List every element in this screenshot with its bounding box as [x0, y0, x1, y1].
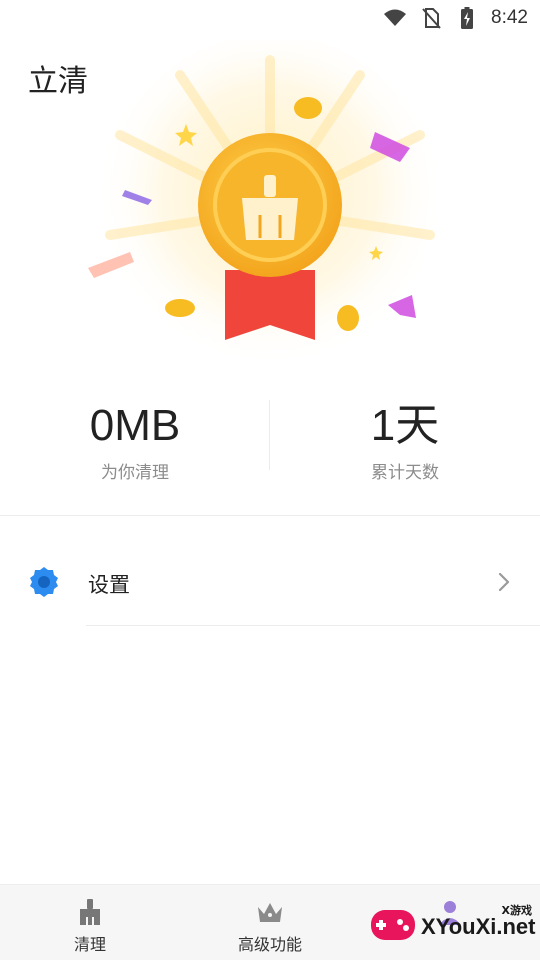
nav-label-advanced: 高级功能: [237, 935, 302, 954]
cleaned-stat: 0MB 为你清理: [0, 390, 270, 483]
settings-row-divider: [86, 625, 540, 626]
gamepad-logo-icon: [371, 910, 415, 940]
no-sim-icon: [422, 8, 441, 29]
status-bar: 8:42: [0, 0, 540, 36]
nav-item-advanced[interactable]: 高级功能: [180, 885, 360, 960]
watermark: X游戏 XYouXi.net: [365, 896, 540, 956]
broom-icon: [80, 899, 100, 925]
nav-item-clean[interactable]: 清理: [0, 885, 180, 960]
days-value: 1天: [370, 401, 440, 450]
stats-panel: 0MB 为你清理 1天 累计天数: [0, 390, 540, 500]
chevron-right-icon: [498, 572, 510, 592]
wifi-icon: [384, 9, 407, 26]
settings-row[interactable]: 设置: [0, 545, 540, 625]
section-divider: [0, 515, 540, 516]
crown-icon: [258, 903, 282, 922]
nav-label-clean: 清理: [73, 935, 106, 954]
settings-label: 设置: [88, 573, 130, 597]
broom-medal-icon: [88, 40, 445, 385]
cleaned-value: 0MB: [89, 401, 181, 450]
gear-icon: [30, 567, 58, 597]
watermark-text: XYouXi.net: [421, 914, 536, 939]
status-time: 8:42: [491, 7, 528, 28]
cleaned-label: 为你清理: [101, 463, 169, 484]
days-stat: 1天 累计天数: [270, 390, 540, 483]
battery-charging-icon: [461, 7, 474, 29]
days-label: 累计天数: [371, 463, 439, 484]
